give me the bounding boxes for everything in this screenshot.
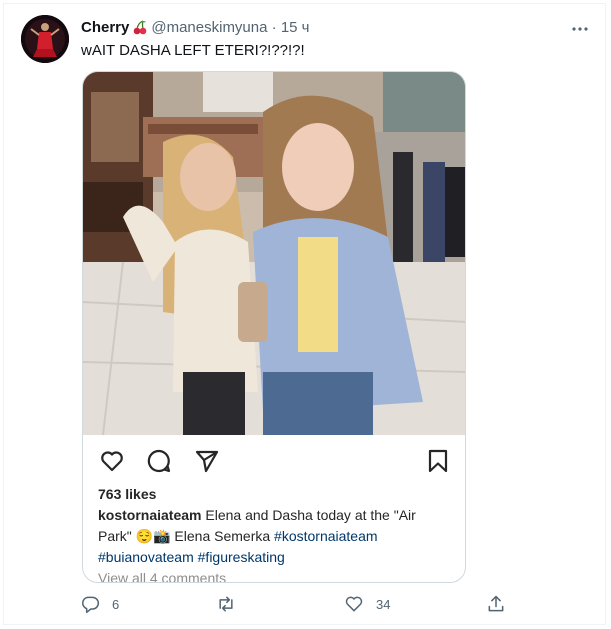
more-options-icon[interactable] [569, 18, 591, 40]
reply-button[interactable]: 6 [80, 594, 119, 614]
hashtag-link[interactable]: #figureskating [198, 549, 285, 565]
retweet-icon [219, 596, 233, 612]
post-photo[interactable] [83, 72, 466, 435]
heart-icon [345, 596, 363, 612]
embedded-instagram-post[interactable]: 763 likes kostornaiateam Elena and Dasha… [82, 71, 466, 583]
caption-credit: Elena Semerka [170, 528, 275, 544]
bookmark-icon[interactable] [425, 448, 451, 479]
separator-dot: · [271, 19, 277, 36]
comment-bubble-icon[interactable] [146, 448, 172, 479]
caption-username[interactable]: kostornaiateam [98, 507, 201, 523]
tweet-header: Cherry @maneskimyuna · 15 ч [81, 18, 309, 41]
display-name[interactable]: Cherry [81, 19, 129, 36]
timestamp[interactable]: 15 ч [281, 19, 310, 36]
like-heart-icon[interactable] [99, 448, 125, 479]
retweet-button[interactable] [216, 594, 248, 614]
user-handle[interactable]: @maneskimyuna [151, 19, 267, 36]
view-comments-link[interactable]: View all 4 comments [98, 570, 226, 582]
reply-icon [82, 596, 100, 614]
instagram-action-bar [83, 448, 465, 474]
post-caption: kostornaiateam Elena and Dasha today at … [98, 505, 448, 568]
share-icon [488, 595, 504, 612]
reply-count: 6 [112, 596, 120, 612]
tweet-action-bar: 6 34 [4, 594, 607, 618]
share-button[interactable] [486, 594, 506, 614]
hashtag-link[interactable]: #buianovateam [98, 549, 194, 565]
avatar[interactable] [21, 15, 69, 63]
caption-emoji: 😌📸 [135, 528, 171, 544]
tweet-text: wAIT DASHA LEFT ETERI?!??!?! [81, 42, 305, 59]
like-count: 34 [376, 596, 391, 612]
cherries-emoji-icon [132, 19, 148, 41]
like-button[interactable]: 34 [344, 594, 390, 614]
tweet[interactable]: Cherry @maneskimyuna · 15 ч wAIT DASHA LE… [3, 3, 606, 625]
share-send-icon[interactable] [194, 448, 220, 479]
hashtag-link[interactable]: #kostornaiateam [274, 528, 378, 544]
likes-count[interactable]: 763 likes [98, 486, 156, 502]
